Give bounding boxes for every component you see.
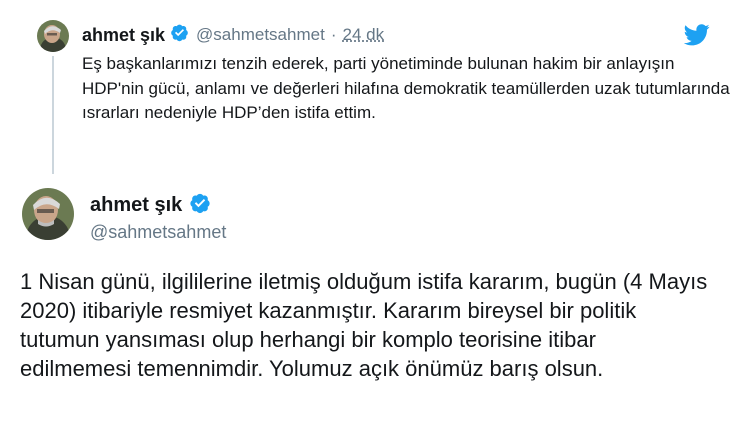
main-handle[interactable]: @sahmetsahmet — [90, 222, 226, 243]
verified-badge-icon — [189, 192, 211, 219]
parent-avatar[interactable] — [37, 20, 69, 52]
main-author-name[interactable]: ahmet şık — [90, 194, 182, 217]
separator-dot: · — [330, 25, 337, 44]
twitter-bird-icon[interactable] — [683, 24, 710, 46]
verified-badge-icon — [170, 23, 189, 47]
parent-tweet-header: ahmet şık @sahmetsahmet · 24 dk — [82, 22, 384, 48]
main-tweet-text: 1 Nisan günü, ilgililerine iletmiş olduğ… — [20, 269, 708, 381]
main-author-row: ahmet şık — [90, 192, 218, 219]
main-avatar[interactable] — [22, 188, 74, 240]
parent-author-name[interactable]: ahmet şık — [82, 25, 165, 46]
parent-handle[interactable]: @sahmetsahmet — [196, 25, 325, 45]
parent-tweet-text: Eş başkanlarımızı tenzih ederek, parti y… — [82, 54, 730, 122]
thread-connector-line — [52, 56, 54, 174]
parent-timestamp[interactable]: 24 dk — [342, 25, 384, 45]
